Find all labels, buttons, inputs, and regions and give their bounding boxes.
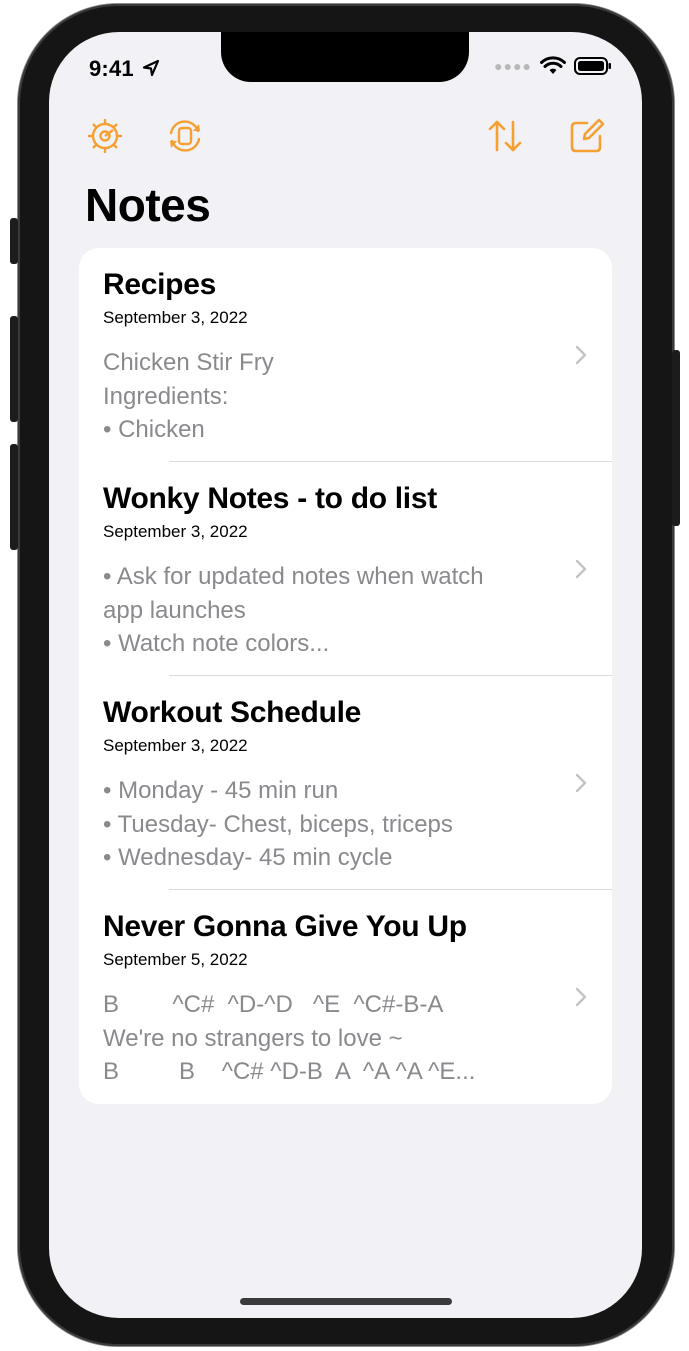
chevron-right-icon — [575, 987, 587, 1007]
home-indicator[interactable] — [240, 1298, 452, 1305]
notes-list: Recipes September 3, 2022 Chicken Stir F… — [79, 248, 612, 1104]
note-row-recipes[interactable]: Recipes September 3, 2022 Chicken Stir F… — [79, 248, 612, 462]
chevron-right-icon — [575, 773, 587, 793]
note-preview: • Ask for updated notes when watch app l… — [103, 563, 484, 657]
note-date: September 5, 2022 — [103, 950, 248, 969]
mute-switch — [10, 218, 18, 264]
note-date: September 3, 2022 — [103, 736, 248, 755]
status-right: ●●●● — [494, 56, 612, 76]
volume-down-button — [10, 444, 18, 550]
power-button — [672, 350, 680, 526]
gear-icon[interactable] — [85, 116, 125, 156]
battery-icon — [574, 57, 611, 75]
volume-up-button — [10, 316, 18, 422]
page-title: Notes — [85, 179, 211, 231]
note-title: Recipes — [103, 268, 216, 301]
note-preview: • Monday - 45 min run • Tuesday- Chest, … — [103, 777, 453, 871]
status-time: 9:41 — [89, 56, 134, 81]
chevron-right-icon — [575, 559, 587, 579]
note-date: September 3, 2022 — [103, 308, 248, 327]
note-title: Never Gonna Give You Up — [103, 910, 467, 943]
compose-icon[interactable] — [567, 116, 607, 156]
location-arrow-icon — [142, 59, 160, 77]
note-date: September 3, 2022 — [103, 522, 248, 541]
signal-dots-icon: ●●●● — [494, 58, 532, 74]
chevron-right-icon — [575, 345, 587, 365]
notch — [221, 32, 469, 82]
screen: 9:41 ●●●● Notes Recipes September 3, 202… — [49, 32, 642, 1318]
note-row-never-gonna[interactable]: Never Gonna Give You Up September 5, 202… — [79, 890, 612, 1104]
note-title: Wonky Notes - to do list — [103, 482, 437, 515]
wifi-icon — [540, 56, 566, 74]
sync-icon[interactable] — [165, 116, 205, 156]
note-row-wonky-notes[interactable]: Wonky Notes - to do list September 3, 20… — [79, 462, 612, 676]
note-preview: Chicken Stir Fry Ingredients: • Chicken — [103, 349, 274, 443]
note-preview: B ^C# ^D-^D ^E ^C#-B-A We're no stranger… — [103, 991, 476, 1085]
sort-icon[interactable] — [485, 116, 525, 156]
note-title: Workout Schedule — [103, 696, 362, 729]
note-row-workout-schedule[interactable]: Workout Schedule September 3, 2022 • Mon… — [79, 676, 612, 890]
